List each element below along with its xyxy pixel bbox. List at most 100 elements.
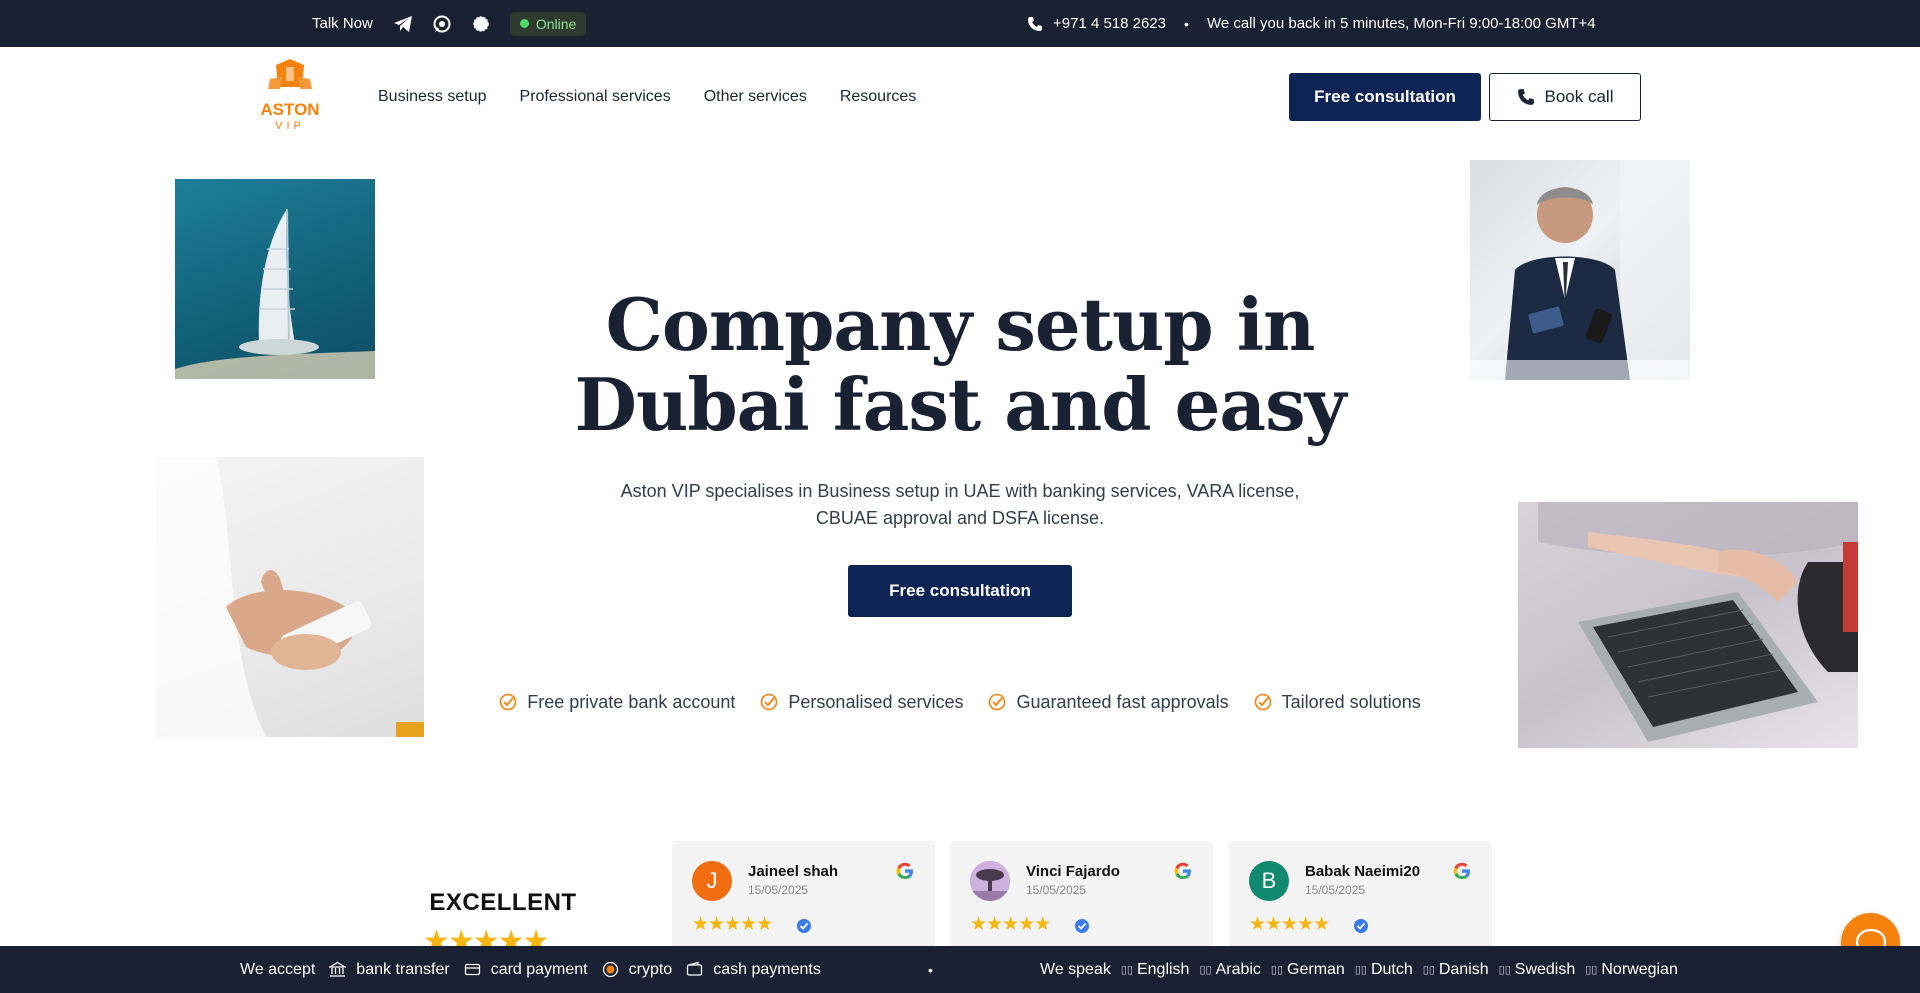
signal-icon[interactable] (471, 14, 491, 34)
language-label: Arabic (1215, 960, 1261, 978)
free-consultation-label: Free consultation (1314, 87, 1456, 106)
reviewer-name: Vinci Fajardo (1026, 863, 1120, 880)
hero-title-line2: Dubai fast and easy (574, 362, 1347, 447)
online-dot-icon (519, 19, 529, 28)
book-call-button[interactable]: Book call (1489, 73, 1641, 121)
nav-resources[interactable]: Resources (840, 88, 916, 106)
language-label: English (1136, 960, 1190, 978)
google-icon (1453, 862, 1470, 879)
feature-list: Free private bank account Personalised s… (0, 689, 1920, 715)
language-label: Dutch (1370, 960, 1413, 978)
language-item: ▯▯ Dutch (1355, 961, 1413, 979)
review-card[interactable]: Vinci Fajardo 15/05/2025 ★★★★★ (950, 841, 1213, 951)
nav-professional-services[interactable]: Professional services (520, 88, 671, 106)
feature-label: Guaranteed fast approvals (1016, 691, 1229, 712)
hero-subtitle-line2: CBUAE approval and DSFA license. (815, 508, 1105, 528)
main-nav: Business setup Professional services Oth… (378, 47, 916, 147)
feature-item: Guaranteed fast approvals (988, 689, 1229, 715)
payment-cash: cash payments (686, 961, 821, 979)
avatar (970, 861, 1010, 901)
we-accept-label: We accept (240, 960, 316, 978)
review-card[interactable]: J Jaineel shah 15/05/2025 ★★★★★ (672, 841, 935, 951)
review-stars: ★★★★★ (692, 914, 773, 935)
verified-badge-icon (797, 919, 811, 933)
check-circle-icon (761, 693, 778, 711)
wallet-icon (687, 961, 703, 976)
whatsapp-icon[interactable] (432, 14, 452, 34)
separator-dot: • (1184, 15, 1189, 32)
talk-now-label: Talk Now (312, 15, 373, 32)
feature-label: Tailored solutions (1281, 691, 1421, 712)
flag-icon: ▯▯ (1422, 964, 1435, 976)
hero-title: Company setup in Dubai fast and easy (560, 285, 1360, 445)
talk-now-group: Talk Now Online (312, 0, 587, 47)
nav-business-setup[interactable]: Business setup (378, 88, 487, 106)
hero-cta-label: Free consultation (889, 581, 1031, 600)
phone-icon (1028, 16, 1042, 31)
language-label: Danish (1438, 960, 1489, 978)
book-call-label: Book call (1544, 87, 1614, 106)
payment-label: crypto (628, 960, 673, 978)
feature-item: Tailored solutions (1254, 689, 1421, 715)
review-stars: ★★★★★ (970, 914, 1051, 935)
language-item: ▯▯ English (1121, 961, 1190, 979)
payment-bank-transfer: bank transfer (329, 960, 450, 979)
flag-icon: ▯▯ (1270, 964, 1284, 976)
google-icon (1174, 862, 1191, 879)
google-icon (896, 862, 913, 879)
credit-card-icon (464, 963, 480, 976)
free-consultation-button[interactable]: Free consultation (1289, 73, 1481, 121)
online-status-badge: Online (509, 11, 587, 36)
businessman-card-photo (1470, 160, 1690, 380)
check-circle-icon (1254, 693, 1271, 711)
contact-group: +971 4 518 2623 • We call you back in 5 … (1027, 0, 1596, 47)
language-label: German (1287, 960, 1345, 978)
feature-label: Free private bank account (527, 691, 736, 712)
verified-badge-icon (1075, 919, 1089, 933)
review-date: 15/05/2025 (1305, 883, 1366, 897)
verified-badge-icon (1354, 919, 1368, 933)
feature-label: Personalised services (788, 691, 964, 712)
online-label: Online (535, 15, 577, 32)
telegram-icon[interactable] (393, 14, 413, 34)
language-item: ▯▯ German (1271, 961, 1345, 979)
burj-al-arab-photo (175, 179, 375, 379)
callback-text: We call you back in 5 minutes, Mon-Fri 9… (1206, 15, 1596, 32)
payment-label: bank transfer (356, 960, 450, 978)
language-item: ▯▯ Norwegian (1585, 961, 1678, 979)
languages-spoken: We speak ▯▯ English ▯▯ Arabic ▯▯ German ▯▯ D… (1040, 946, 1678, 993)
feature-item: Free private bank account (499, 689, 735, 715)
svg-text:ASTON: ASTON (260, 100, 319, 119)
payment-card: card payment (464, 961, 588, 979)
language-item: ▯▯ Arabic (1199, 961, 1260, 979)
review-stars: ★★★★★ (1249, 914, 1330, 935)
flag-icon: ▯▯ (1120, 964, 1133, 976)
aston-vip-logo[interactable]: ASTON VIP (252, 57, 328, 133)
feature-item: Personalised services (760, 689, 963, 715)
site-header: ASTON VIP Business setup Professional se… (0, 47, 1920, 147)
flag-icon: ▯▯ (1354, 964, 1367, 976)
review-card[interactable]: B Babak Naeimi20 15/05/2025 ★★★★★ (1229, 841, 1492, 951)
hero-title-line1: Company setup in (605, 282, 1316, 367)
phone-number-link[interactable]: +971 4 518 2623 (1053, 15, 1166, 32)
separator-dot: • (928, 961, 933, 978)
language-item: ▯▯ Swedish (1499, 961, 1576, 979)
language-label: Swedish (1514, 960, 1576, 978)
tree-avatar-icon (970, 861, 1010, 901)
review-date: 15/05/2025 (748, 883, 809, 897)
svg-text:VIP: VIP (275, 120, 305, 132)
reviewer-name: Babak Naeimi20 (1305, 863, 1421, 880)
avatar: J (692, 861, 732, 901)
hero-subtitle-line1: Aston VIP specialises in Business setup … (620, 481, 1300, 501)
payment-label: cash payments (713, 960, 821, 978)
flag-icon: ▯▯ (1585, 964, 1598, 976)
payment-label: card payment (490, 960, 588, 978)
we-speak-label: We speak (1040, 960, 1111, 978)
top-bar: Talk Now Online +971 4 518 2623 • We cal… (0, 0, 1920, 47)
bitcoin-icon (602, 961, 618, 978)
hero-free-consultation-button[interactable]: Free consultation (848, 565, 1072, 617)
reviewer-name: Jaineel shah (748, 863, 839, 880)
nav-other-services[interactable]: Other services (704, 88, 807, 106)
check-circle-icon (989, 693, 1006, 711)
language-label: Norwegian (1601, 960, 1678, 978)
